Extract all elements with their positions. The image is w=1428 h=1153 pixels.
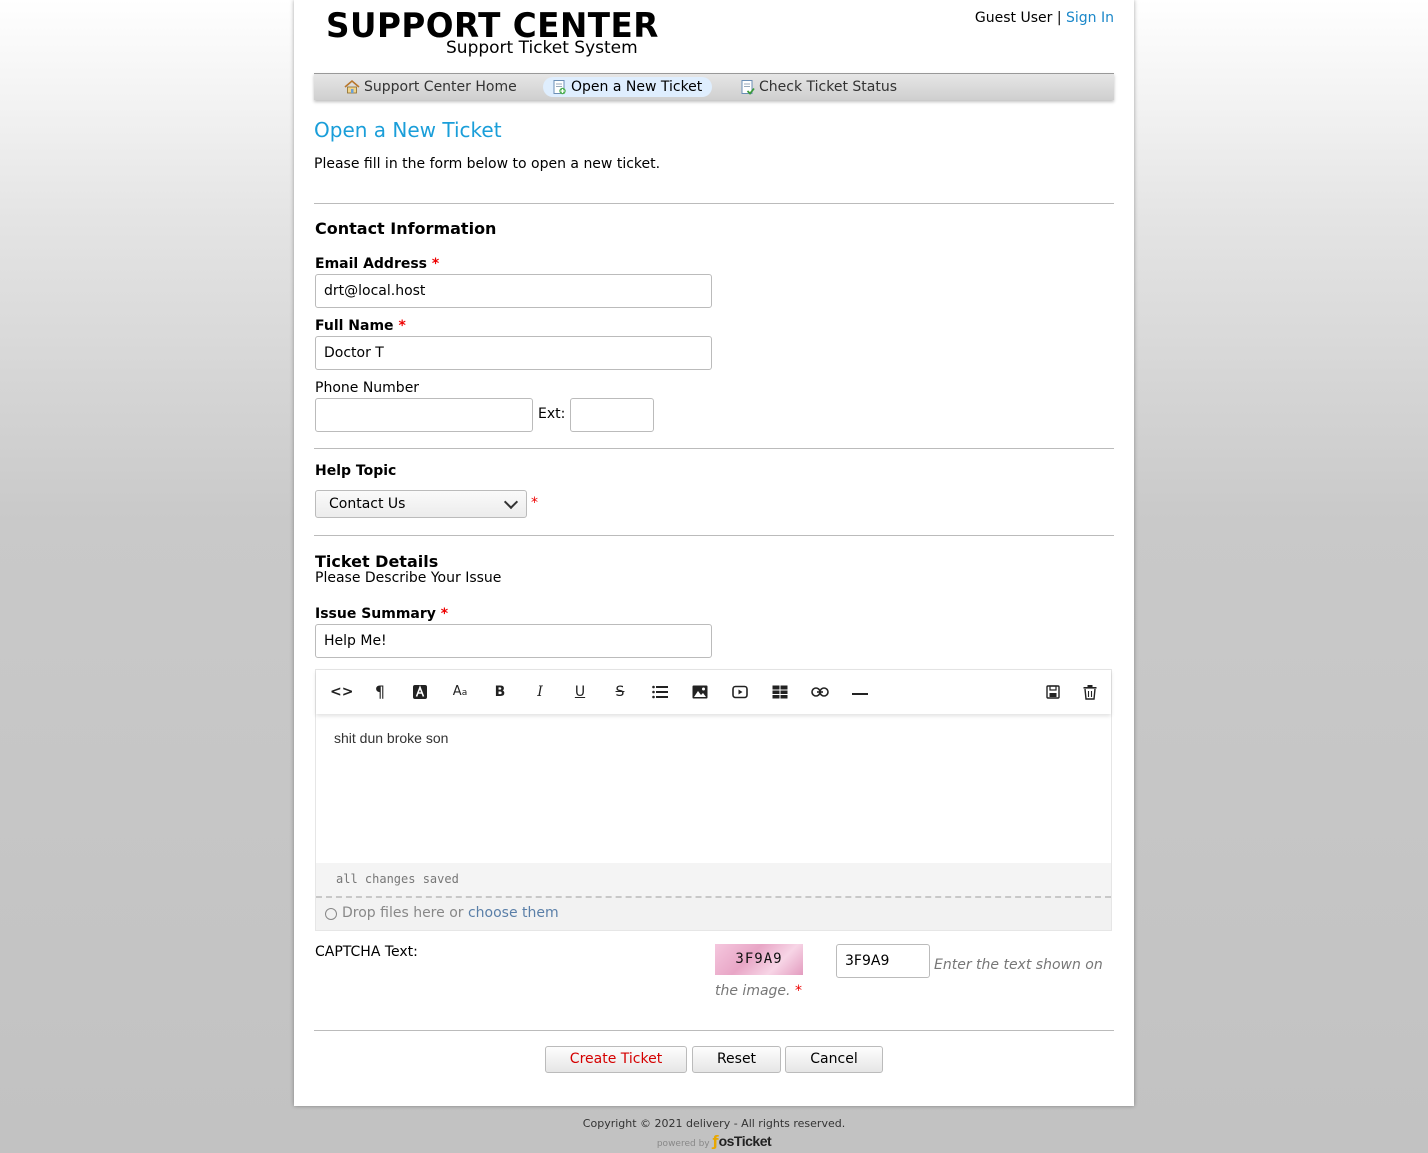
full-name-label: Full Name * xyxy=(315,318,406,334)
cancel-button[interactable]: Cancel xyxy=(785,1046,883,1073)
captcha-hint: Enter the text shown on the image. * xyxy=(715,952,1107,1004)
divider xyxy=(314,448,1114,449)
email-field[interactable]: drt@local.host xyxy=(315,274,712,308)
table-icon[interactable] xyxy=(770,682,790,702)
required-marker: * xyxy=(440,606,449,622)
required-marker: * xyxy=(431,256,440,272)
editor-toolbar: <> ¶ Aa B I U S xyxy=(316,670,1111,714)
ext-field[interactable] xyxy=(570,398,654,432)
horizontal-rule-icon[interactable] xyxy=(850,682,870,702)
help-topic-label: Help Topic xyxy=(315,463,397,479)
full-name-field[interactable]: Doctor T xyxy=(315,336,712,370)
video-icon[interactable] xyxy=(730,682,750,702)
full-name-label-text: Full Name xyxy=(315,318,394,334)
editor-body-text[interactable]: shit dun broke son xyxy=(334,730,448,746)
issue-summary-label-text: Issue Summary xyxy=(315,606,436,622)
divider xyxy=(314,1030,1114,1031)
underline-icon[interactable]: U xyxy=(570,682,590,702)
paragraph-icon[interactable]: ¶ xyxy=(370,682,390,702)
link-icon[interactable] xyxy=(810,682,830,702)
editor-status-bar: all changes saved xyxy=(316,863,1111,896)
create-ticket-button[interactable]: Create Ticket xyxy=(545,1046,687,1073)
issue-summary-label: Issue Summary * xyxy=(315,606,448,622)
nav-item-label: Check Ticket Status xyxy=(759,79,897,95)
email-label: Email Address * xyxy=(315,256,439,272)
captcha-hint-text: Enter the text shown on the image. xyxy=(715,957,1103,999)
draft-status-text: all changes saved xyxy=(336,872,459,886)
divider xyxy=(314,203,1114,204)
font-size-icon[interactable]: Aa xyxy=(450,682,470,702)
upload-icon xyxy=(325,908,337,920)
reset-button[interactable]: Reset xyxy=(692,1046,781,1073)
powered-by-badge[interactable]: powered by ƒosTicket xyxy=(0,1133,1428,1150)
new-ticket-icon xyxy=(553,80,566,95)
chevron-down-icon xyxy=(503,494,519,510)
nav-item-label: Open a New Ticket xyxy=(571,79,703,95)
font-color-icon[interactable] xyxy=(410,682,430,702)
nav-item-new-ticket[interactable]: Open a New Ticket xyxy=(543,77,713,97)
help-topic-select[interactable]: Contact Us xyxy=(315,490,527,518)
separator: | xyxy=(1056,10,1062,26)
sign-in-link[interactable]: Sign In xyxy=(1066,10,1114,26)
message-editor[interactable]: <> ¶ Aa B I U S shit dun broke son all c… xyxy=(315,669,1112,931)
ext-label: Ext: xyxy=(538,406,566,422)
main-nav: Support Center Home Open a New Ticket Ch… xyxy=(314,73,1114,100)
brand-name: osTicket xyxy=(718,1133,772,1149)
required-marker: * xyxy=(794,983,802,999)
bold-icon[interactable]: B xyxy=(490,682,510,702)
help-topic-selected: Contact Us xyxy=(329,496,406,512)
phone-label: Phone Number xyxy=(315,380,420,396)
choose-files-link[interactable]: choose them xyxy=(468,905,559,921)
nav-item-check-status[interactable]: Check Ticket Status xyxy=(731,77,907,97)
nav-item-label: Support Center Home xyxy=(364,79,517,95)
dropzone-text: Drop files here or choose them xyxy=(342,905,559,921)
save-draft-icon[interactable] xyxy=(1043,682,1063,702)
ticket-status-icon xyxy=(741,80,755,95)
italic-icon[interactable]: I xyxy=(530,682,550,702)
guest-user-label: Guest User xyxy=(974,10,1053,26)
ticket-section-subtitle: Please Describe Your Issue xyxy=(315,570,502,586)
ticket-section-title: Ticket Details xyxy=(315,552,439,571)
nav-item-home[interactable]: Support Center Home xyxy=(336,77,527,97)
list-icon[interactable] xyxy=(650,682,670,702)
contact-section-title: Contact Information xyxy=(315,219,497,238)
powered-by-label: powered by xyxy=(656,1139,710,1149)
email-label-text: Email Address xyxy=(315,256,428,272)
logo-subtitle: Support Ticket System xyxy=(446,38,638,58)
delete-draft-icon[interactable] xyxy=(1080,682,1100,702)
file-dropzone[interactable]: Drop files here or choose them xyxy=(316,896,1111,930)
dropzone-label: Drop files here or xyxy=(342,905,464,921)
issue-summary-field[interactable]: Help Me! xyxy=(315,624,712,658)
required-marker: * xyxy=(531,495,538,511)
copyright-text: Copyright © 2021 delivery - All rights r… xyxy=(582,1117,846,1130)
captcha-label: CAPTCHA Text: xyxy=(315,944,418,960)
strikethrough-icon[interactable]: S xyxy=(610,682,630,702)
divider xyxy=(314,535,1114,536)
intro-text: Please fill in the form below to open a … xyxy=(314,156,661,172)
html-icon[interactable]: <> xyxy=(330,682,353,702)
page-title: Open a New Ticket xyxy=(314,118,502,142)
phone-field[interactable] xyxy=(315,398,533,432)
required-marker: * xyxy=(398,318,406,334)
image-icon[interactable] xyxy=(690,682,710,702)
home-icon xyxy=(344,79,360,94)
user-area: Guest User | Sign In xyxy=(975,10,1114,26)
page-container: SUPPORT CENTER Support Ticket System Gue… xyxy=(294,0,1134,1106)
